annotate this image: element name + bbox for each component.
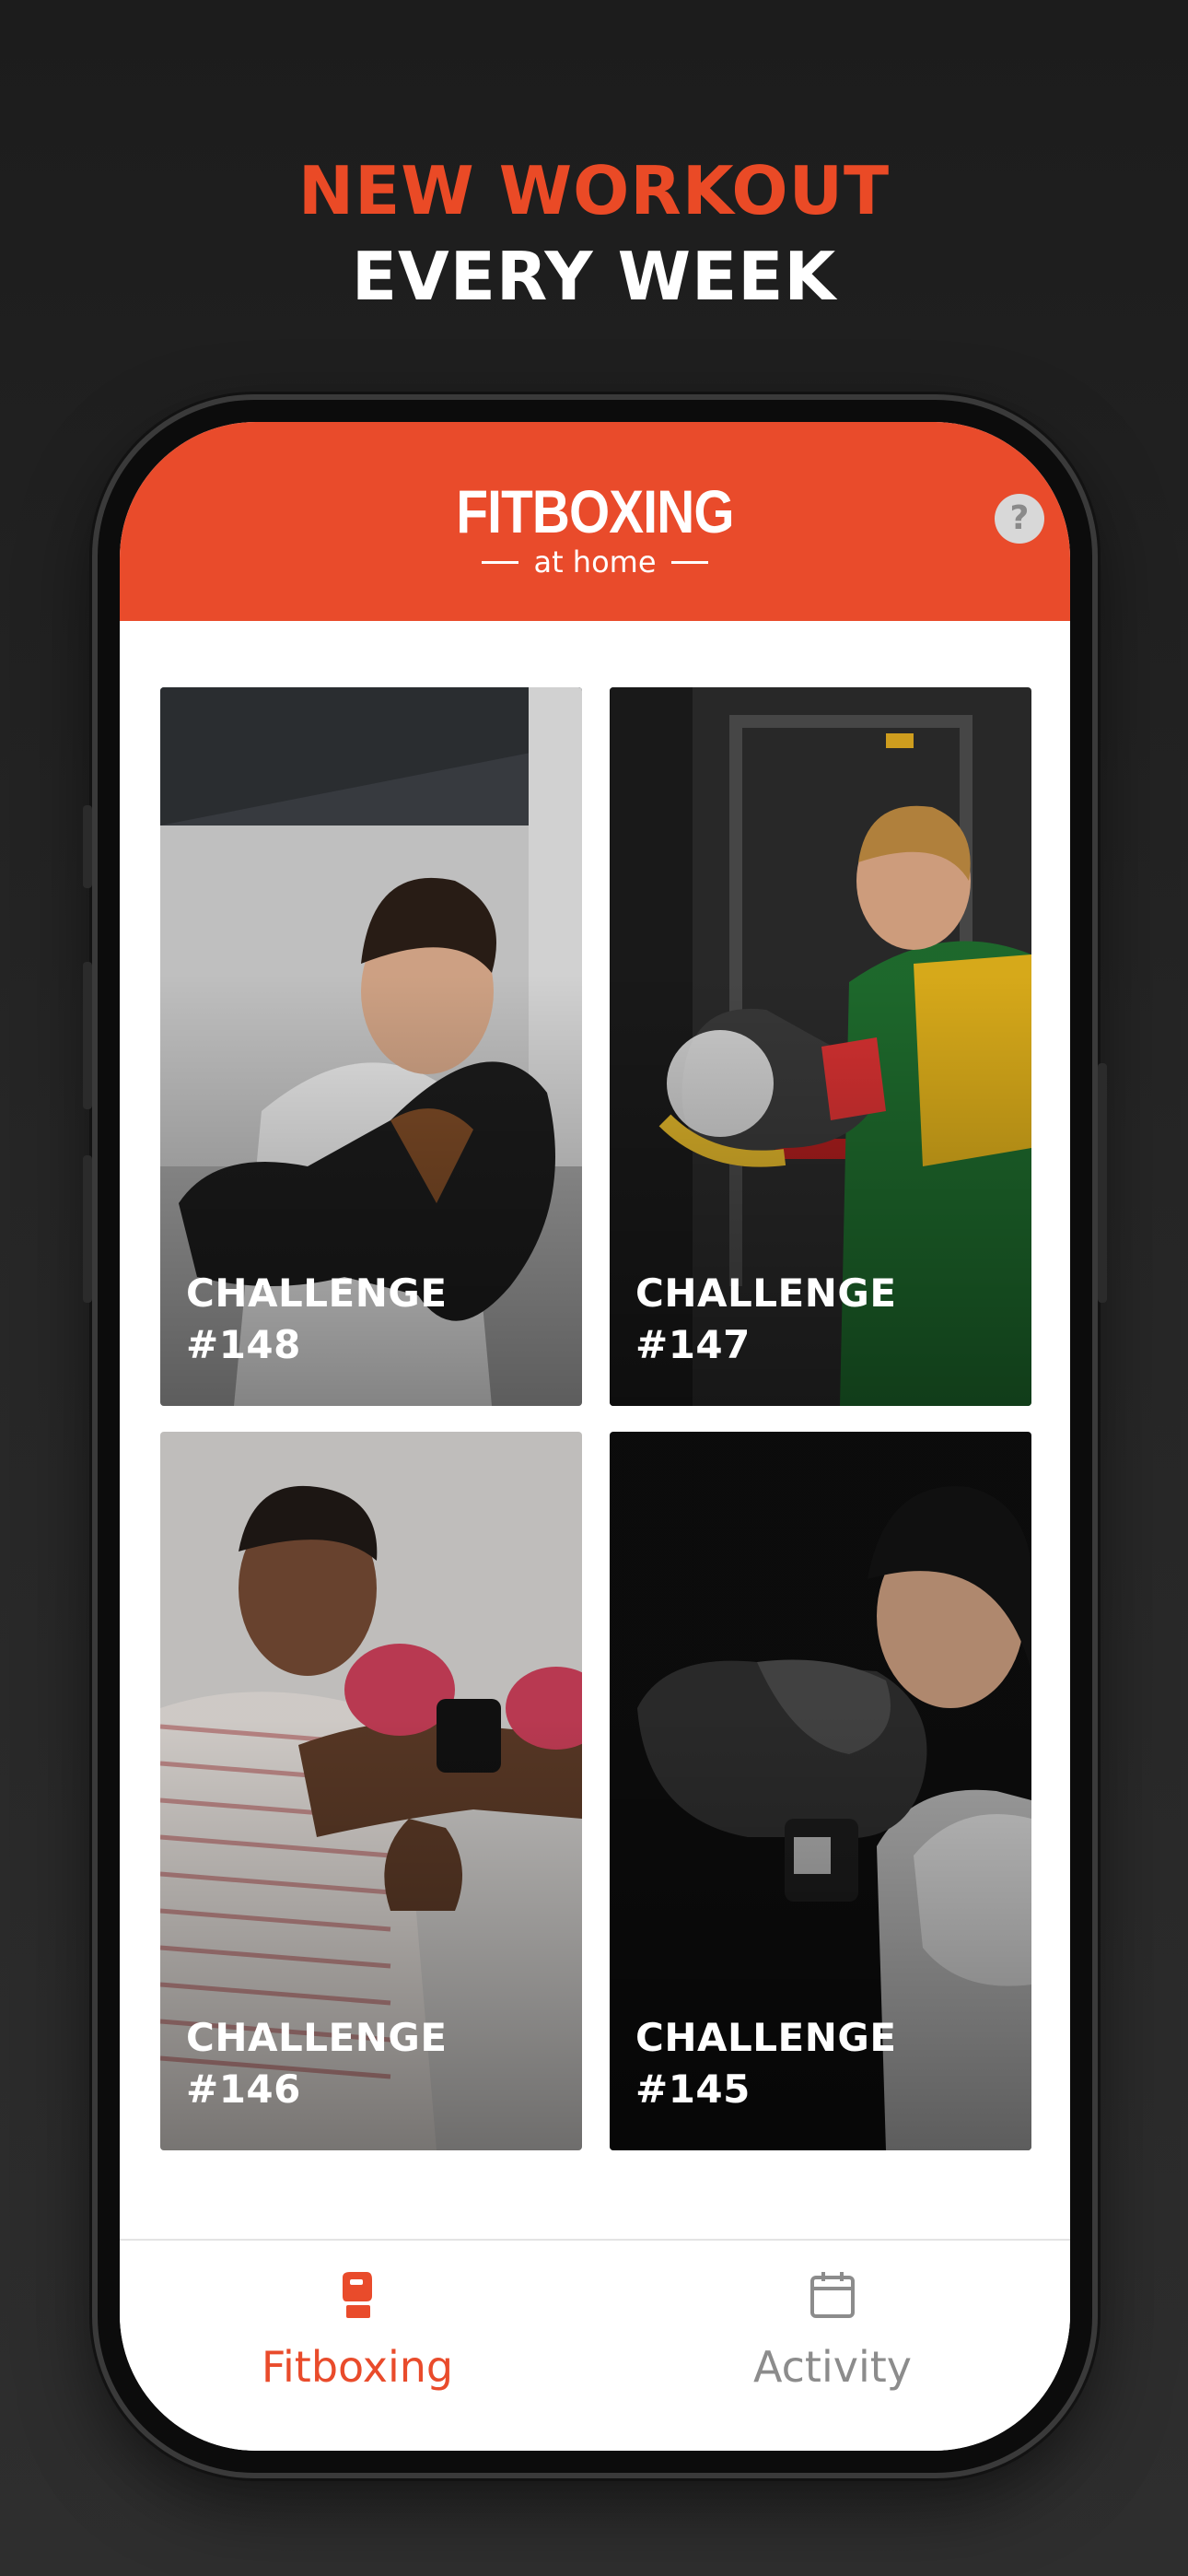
help-button[interactable]: ? [995,494,1044,544]
challenge-card-145[interactable]: CHALLENGE #145 [610,1432,1031,2150]
promo-headline-line1: NEW WORKOUT [297,152,891,229]
calendar-icon [810,2272,855,2318]
challenge-146-title: CHALLENGE #146 [186,2015,448,2112]
challenge-145-title: CHALLENGE #145 [635,2015,897,2112]
challenge-148-title: CHALLENGE #148 [186,1270,448,1367]
app-screen: FITBOXING at home ? CHALLENGE #148 CHALL… [120,422,1070,2451]
phone-power-button [1098,1063,1107,1303]
app-header: FITBOXING at home ? [120,422,1070,621]
promo-headline-line2: EVERY WEEK [351,238,837,315]
bottom-navigation: Fitboxing Activity [120,2239,1070,2451]
logo-subtitle: at home [533,544,657,580]
phone-volume-up-button [83,962,92,1109]
logo-title: FITBOXING [456,477,734,545]
nav-item-fitboxing[interactable]: Fitboxing [120,2268,595,2392]
nav-label-fitboxing: Fitboxing [261,2342,454,2392]
challenge-card-147[interactable]: CHALLENGE #147 [610,687,1031,1406]
boxing-glove-icon [343,2272,372,2318]
logo-divider-right [670,560,708,564]
challenge-card-146[interactable]: CHALLENGE #146 [160,1432,582,2150]
challenge-147-title: CHALLENGE #147 [635,1270,897,1367]
logo-divider-left [482,560,519,564]
nav-label-activity: Activity [752,2342,913,2392]
challenge-card-148[interactable]: CHALLENGE #148 [160,687,582,1406]
phone-frame: FITBOXING at home ? CHALLENGE #148 CHALL… [83,400,1107,2473]
phone-volume-down-button [83,1155,92,1303]
nav-item-activity[interactable]: Activity [595,2268,1070,2392]
phone-mute-switch [83,805,92,888]
fitboxing-logo: FITBOXING at home [120,479,1070,579]
